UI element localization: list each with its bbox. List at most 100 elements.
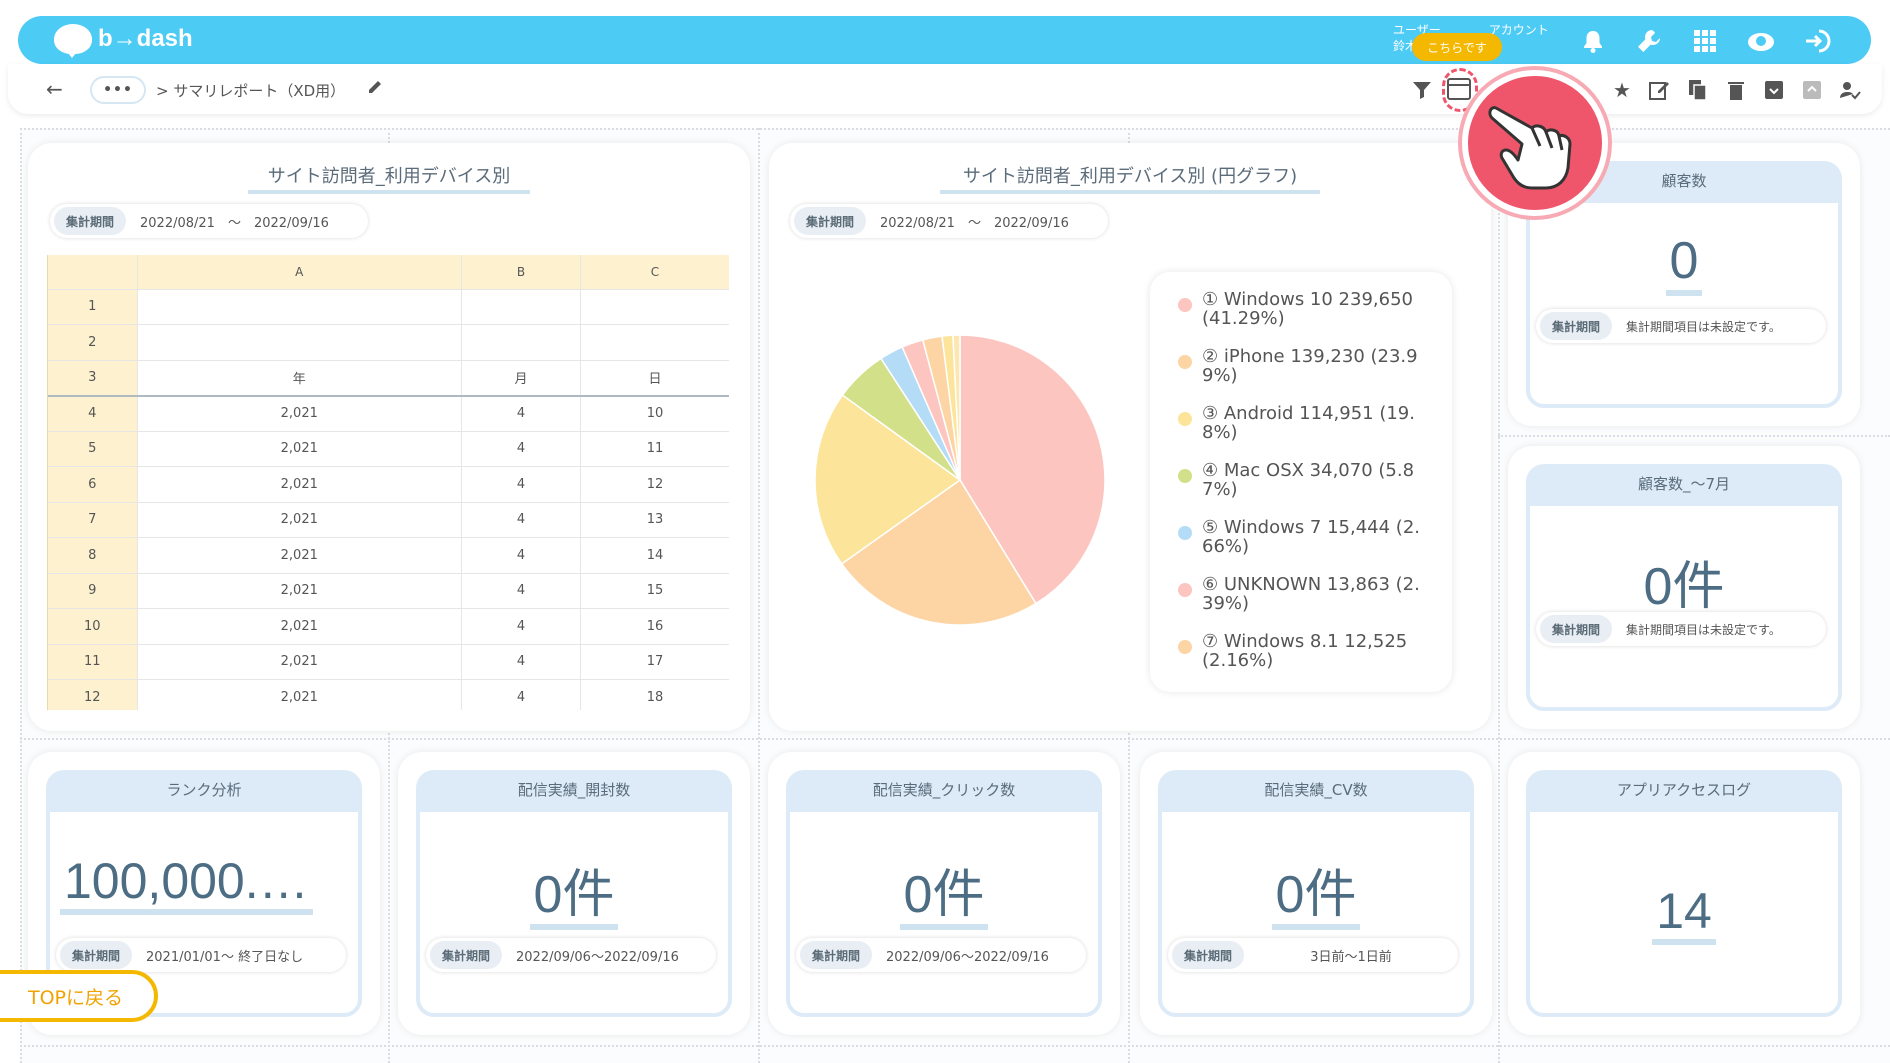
table-cell[interactable]: 4 (461, 679, 581, 710)
table-cell[interactable]: 16 (580, 608, 729, 645)
table-cell[interactable]: 月 (461, 360, 581, 397)
period-tag: 集計期間 (800, 941, 873, 969)
period-tag: 集計期間 (430, 941, 503, 969)
column-header[interactable]: A (137, 255, 462, 290)
table-cell[interactable]: 4 (461, 573, 581, 609)
grid-icon[interactable] (1690, 26, 1720, 56)
breadcrumb-more-button[interactable]: ••• (90, 76, 146, 104)
kpi-card-app-log[interactable]: アプリアクセスログ 14 (1508, 752, 1860, 1035)
kpi-value: 0件 (420, 852, 728, 930)
table-cell[interactable]: 4 (461, 608, 581, 645)
kpi-card-opens[interactable]: 配信実績_開封数 0件 集計期間 2022/09/06～2022/09/16 (398, 752, 750, 1035)
kpi-card-customers-july[interactable]: 顧客数_～7月 0件 集計期間 集計期間項目は未設定です。 (1508, 446, 1860, 729)
legend-text: ② iPhone 139,230 (23.9 9%) (1202, 347, 1418, 385)
pie-chart (814, 335, 1106, 626)
table-cell[interactable] (580, 289, 729, 325)
filter-icon[interactable] (1408, 76, 1436, 104)
legend-dot-icon (1178, 298, 1192, 312)
table-cell[interactable] (580, 324, 729, 361)
grid-line (1498, 435, 1890, 437)
table-cell[interactable]: 4 (461, 466, 581, 503)
table-cell[interactable] (461, 289, 581, 325)
row-header[interactable]: 6 (48, 466, 138, 503)
wrench-icon[interactable] (1634, 26, 1664, 56)
table-cell[interactable]: 4 (461, 537, 581, 574)
back-arrow-icon[interactable]: ← (46, 77, 63, 101)
table-cell[interactable]: 18 (580, 679, 729, 710)
star-icon[interactable]: ★ (1608, 76, 1636, 104)
table-cell[interactable]: 日 (580, 360, 729, 397)
table-cell[interactable]: 4 (461, 431, 581, 467)
period-tag: 集計期間 (1540, 615, 1613, 643)
legend-item[interactable]: ⑥ UNKNOWN 13,863 (2. 39%) (1178, 575, 1440, 613)
table-cell[interactable]: 2,021 (137, 502, 462, 538)
table-cell[interactable] (461, 324, 581, 361)
logout-icon[interactable] (1803, 26, 1833, 56)
table-cell[interactable]: 10 (580, 395, 729, 432)
row-header[interactable]: 7 (48, 502, 138, 538)
table-cell[interactable]: 2,021 (137, 537, 462, 574)
table-cell[interactable]: 14 (580, 537, 729, 574)
back-to-top-button[interactable]: TOPに戻る (0, 970, 158, 1022)
row-header[interactable]: 4 (48, 395, 138, 432)
kpi-card-clicks[interactable]: 配信実績_クリック数 0件 集計期間 2022/09/06～2022/09/16 (768, 752, 1120, 1035)
row-header[interactable]: 8 (48, 537, 138, 574)
legend-item[interactable]: ⑦ Windows 8.1 12,525 (2.16%) (1178, 632, 1440, 670)
table-cell[interactable]: 11 (580, 431, 729, 467)
table-cell[interactable]: 2,021 (137, 608, 462, 645)
period-text: 2022/08/21 ～ 2022/09/16 (880, 215, 1069, 231)
copy-icon[interactable] (1684, 76, 1712, 104)
delete-icon[interactable] (1722, 76, 1750, 104)
period-text: 2022/09/06～2022/09/16 (516, 949, 679, 965)
user-check-icon[interactable] (1836, 76, 1864, 104)
table-cell[interactable]: 12 (580, 466, 729, 503)
table-cell[interactable]: 年 (137, 360, 462, 397)
legend-item[interactable]: ① Windows 10 239,650 (41.29%) (1178, 290, 1440, 328)
table-cell[interactable]: 15 (580, 573, 729, 609)
legend-text: ⑦ Windows 8.1 12,525 (2.16%) (1202, 632, 1407, 670)
row-header[interactable]: 2 (48, 324, 138, 361)
rename-pencil-icon[interactable] (366, 76, 386, 101)
table-cell[interactable]: 17 (580, 644, 729, 680)
row-header[interactable]: 9 (48, 573, 138, 609)
row-header[interactable]: 12 (48, 679, 138, 710)
legend-line: (41.29%) (1202, 308, 1285, 329)
kpi-value: 0件 (790, 852, 1098, 930)
row-header[interactable]: 3 (48, 360, 138, 397)
table-cell[interactable]: 13 (580, 502, 729, 538)
table-cell[interactable] (137, 289, 462, 325)
legend-line: ⑥ UNKNOWN 13,863 (2. (1202, 574, 1420, 595)
row-header[interactable]: 1 (48, 289, 138, 325)
legend-dot-icon (1178, 640, 1192, 654)
edit-icon[interactable] (1646, 76, 1674, 104)
period-text: 2021/01/01～ 終了日なし (146, 949, 304, 965)
legend-line: 7%) (1202, 479, 1238, 500)
table-cell[interactable]: 4 (461, 502, 581, 538)
row-header[interactable]: 11 (48, 644, 138, 680)
table-cell[interactable]: 2,021 (137, 644, 462, 680)
table-cell[interactable]: 2,021 (137, 466, 462, 503)
bell-icon[interactable] (1578, 26, 1608, 56)
logo[interactable]: b→dash (54, 24, 193, 58)
kpi-card-cv[interactable]: 配信実績_CV数 0件 集計期間 3日前～1日前 (1140, 752, 1492, 1035)
table-row: 4 2,021 4 10 (48, 395, 729, 432)
calendar-icon[interactable] (1447, 78, 1471, 100)
table-cell[interactable]: 4 (461, 644, 581, 680)
table-cell[interactable] (137, 324, 462, 361)
table-cell[interactable]: 2,021 (137, 679, 462, 710)
legend-item[interactable]: ④ Mac OSX 34,070 (5.8 7%) (1178, 461, 1440, 499)
legend-item[interactable]: ② iPhone 139,230 (23.9 9%) (1178, 347, 1440, 385)
archive-icon[interactable] (1760, 76, 1788, 104)
row-header[interactable]: 10 (48, 608, 138, 645)
legend-line: ① Windows 10 239,650 (1202, 289, 1413, 310)
column-header[interactable]: B (461, 255, 581, 290)
column-header[interactable]: C (580, 255, 729, 290)
table-cell[interactable]: 2,021 (137, 431, 462, 467)
table-cell[interactable]: 2,021 (137, 395, 462, 432)
row-header[interactable]: 5 (48, 431, 138, 467)
cloud-badge-icon[interactable] (1746, 26, 1776, 56)
legend-item[interactable]: ③ Android 114,951 (19. 8%) (1178, 404, 1440, 442)
legend-item[interactable]: ⑤ Windows 7 15,444 (2. 66%) (1178, 518, 1440, 556)
table-cell[interactable]: 4 (461, 395, 581, 432)
table-cell[interactable]: 2,021 (137, 573, 462, 609)
